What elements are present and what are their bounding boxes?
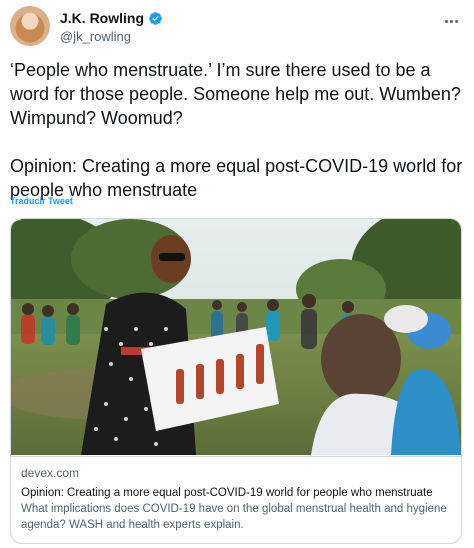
author-display-name[interactable]: J.K. Rowling [60,10,144,26]
avatar[interactable] [10,6,50,46]
more-options-icon[interactable] [440,10,462,32]
tweet-header: J.K. Rowling @jk_rowling [10,6,464,48]
display-name-row: J.K. Rowling [60,10,163,26]
card-photo [11,219,461,455]
author-names: J.K. Rowling @jk_rowling [60,10,163,44]
verified-badge-icon [149,11,162,25]
link-card-title: Opinion: Creating a more equal post-COVI… [21,487,433,499]
link-card-domain: devex.com [21,466,80,480]
author-handle[interactable]: @jk_rowling [60,29,163,44]
link-card-image[interactable] [11,219,461,455]
translate-tweet-link[interactable]: Traducir Tweet [10,196,73,206]
link-card[interactable]: devex.com Opinion: Creating a more equal… [10,218,462,544]
link-card-description: What implications does COVID-19 have on … [21,503,447,531]
tweet-text: ‘People who menstruate.’ I’m sure there … [10,60,463,200]
link-card-info[interactable]: devex.com Opinion: Creating a more equal… [11,456,461,543]
